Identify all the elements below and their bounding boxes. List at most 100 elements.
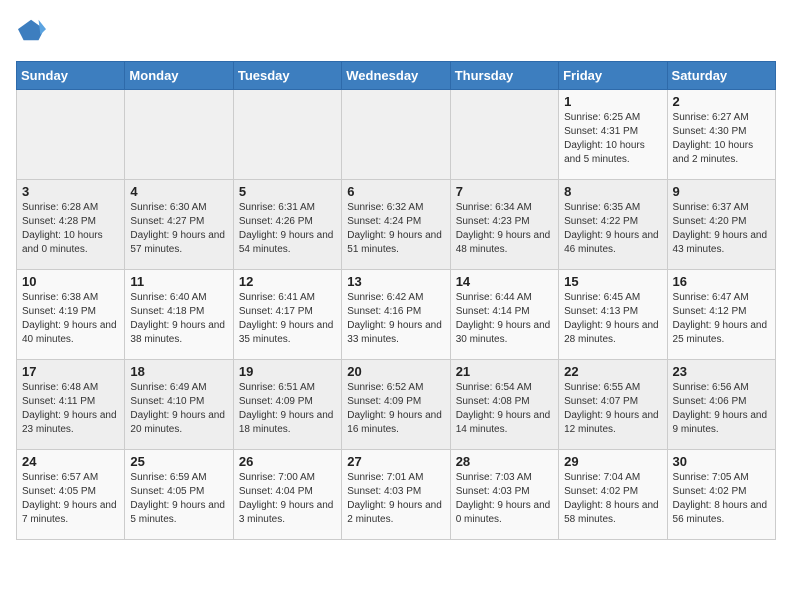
- calendar-cell: 9 Sunrise: 6:37 AM Sunset: 4:20 PM Daylig…: [667, 180, 775, 270]
- day-info: Sunrise: 6:45 AM Sunset: 4:13 PM Dayligh…: [564, 291, 661, 347]
- day-number: 17: [22, 364, 119, 379]
- calendar-cell: 10 Sunrise: 6:38 AM Sunset: 4:19 PM Dayli…: [17, 270, 125, 360]
- day-number: 20: [347, 364, 444, 379]
- calendar-cell: 22 Sunrise: 6:55 AM Sunset: 4:07 PM Dayli…: [559, 360, 667, 450]
- logo: [16, 16, 46, 49]
- day-number: 7: [456, 184, 553, 199]
- day-number: 26: [239, 454, 336, 469]
- day-info: Sunrise: 6:25 AM Sunset: 4:31 PM Dayligh…: [564, 111, 661, 167]
- day-info: Sunrise: 6:57 AM Sunset: 4:05 PM Dayligh…: [22, 471, 119, 527]
- header: [16, 16, 776, 49]
- day-number: 10: [22, 274, 119, 289]
- calendar-cell: 14 Sunrise: 6:44 AM Sunset: 4:14 PM Dayli…: [450, 270, 558, 360]
- calendar-cell: 20 Sunrise: 6:52 AM Sunset: 4:09 PM Dayli…: [342, 360, 450, 450]
- day-number: 8: [564, 184, 661, 199]
- day-header-sunday: Sunday: [17, 62, 125, 90]
- day-number: 15: [564, 274, 661, 289]
- calendar-cell: 26Sunrise: 7:00 AM Sunset: 4:04 PM Dayli…: [233, 450, 341, 540]
- calendar-cell: 16 Sunrise: 6:47 AM Sunset: 4:12 PM Dayli…: [667, 270, 775, 360]
- calendar-cell: 15 Sunrise: 6:45 AM Sunset: 4:13 PM Dayli…: [559, 270, 667, 360]
- day-number: 19: [239, 364, 336, 379]
- calendar-table: SundayMondayTuesdayWednesdayThursdayFrid…: [16, 61, 776, 540]
- day-info: Sunrise: 7:01 AM Sunset: 4:03 PM Dayligh…: [347, 471, 444, 527]
- day-number: 1: [564, 94, 661, 109]
- day-info: Sunrise: 6:52 AM Sunset: 4:09 PM Dayligh…: [347, 381, 444, 437]
- day-header-friday: Friday: [559, 62, 667, 90]
- day-info: Sunrise: 7:04 AM Sunset: 4:02 PM Dayligh…: [564, 471, 661, 527]
- calendar-cell: 12 Sunrise: 6:41 AM Sunset: 4:17 PM Dayli…: [233, 270, 341, 360]
- day-header-tuesday: Tuesday: [233, 62, 341, 90]
- day-info: Sunrise: 6:28 AM Sunset: 4:28 PM Dayligh…: [22, 201, 119, 257]
- day-info: Sunrise: 6:47 AM Sunset: 4:12 PM Dayligh…: [673, 291, 770, 347]
- day-info: Sunrise: 6:51 AM Sunset: 4:09 PM Dayligh…: [239, 381, 336, 437]
- day-info: Sunrise: 6:40 AM Sunset: 4:18 PM Dayligh…: [130, 291, 227, 347]
- day-info: Sunrise: 6:59 AM Sunset: 4:05 PM Dayligh…: [130, 471, 227, 527]
- day-number: 12: [239, 274, 336, 289]
- day-number: 29: [564, 454, 661, 469]
- day-number: 4: [130, 184, 227, 199]
- day-info: Sunrise: 6:35 AM Sunset: 4:22 PM Dayligh…: [564, 201, 661, 257]
- calendar-cell: 3 Sunrise: 6:28 AM Sunset: 4:28 PM Daylig…: [17, 180, 125, 270]
- calendar-cell: 18 Sunrise: 6:49 AM Sunset: 4:10 PM Dayli…: [125, 360, 233, 450]
- calendar-cell: 4 Sunrise: 6:30 AM Sunset: 4:27 PM Daylig…: [125, 180, 233, 270]
- day-info: Sunrise: 6:38 AM Sunset: 4:19 PM Dayligh…: [22, 291, 119, 347]
- day-info: Sunrise: 6:56 AM Sunset: 4:06 PM Dayligh…: [673, 381, 770, 437]
- calendar-cell: 29 Sunrise: 7:04 AM Sunset: 4:02 PM Dayli…: [559, 450, 667, 540]
- day-header-saturday: Saturday: [667, 62, 775, 90]
- day-info: Sunrise: 6:32 AM Sunset: 4:24 PM Dayligh…: [347, 201, 444, 257]
- calendar-cell: 8 Sunrise: 6:35 AM Sunset: 4:22 PM Daylig…: [559, 180, 667, 270]
- day-number: 6: [347, 184, 444, 199]
- calendar-cell: 11 Sunrise: 6:40 AM Sunset: 4:18 PM Dayli…: [125, 270, 233, 360]
- calendar-cell: 5 Sunrise: 6:31 AM Sunset: 4:26 PM Daylig…: [233, 180, 341, 270]
- day-info: Sunrise: 7:05 AM Sunset: 4:02 PM Dayligh…: [673, 471, 770, 527]
- day-number: 21: [456, 364, 553, 379]
- calendar-cell: [342, 90, 450, 180]
- day-number: 30: [673, 454, 770, 469]
- calendar-cell: [450, 90, 558, 180]
- day-number: 14: [456, 274, 553, 289]
- day-number: 3: [22, 184, 119, 199]
- day-info: Sunrise: 6:44 AM Sunset: 4:14 PM Dayligh…: [456, 291, 553, 347]
- day-number: 13: [347, 274, 444, 289]
- day-info: Sunrise: 6:55 AM Sunset: 4:07 PM Dayligh…: [564, 381, 661, 437]
- calendar-cell: [17, 90, 125, 180]
- day-number: 28: [456, 454, 553, 469]
- day-header-monday: Monday: [125, 62, 233, 90]
- calendar-cell: 28Sunrise: 7:03 AM Sunset: 4:03 PM Dayli…: [450, 450, 558, 540]
- day-number: 22: [564, 364, 661, 379]
- day-info: Sunrise: 6:30 AM Sunset: 4:27 PM Dayligh…: [130, 201, 227, 257]
- day-number: 23: [673, 364, 770, 379]
- day-number: 11: [130, 274, 227, 289]
- calendar-cell: [125, 90, 233, 180]
- calendar-cell: 23 Sunrise: 6:56 AM Sunset: 4:06 PM Dayli…: [667, 360, 775, 450]
- calendar-cell: [233, 90, 341, 180]
- calendar-cell: 13 Sunrise: 6:42 AM Sunset: 4:16 PM Dayli…: [342, 270, 450, 360]
- calendar-cell: 2 Sunrise: 6:27 AM Sunset: 4:30 PM Daylig…: [667, 90, 775, 180]
- calendar-cell: 25 Sunrise: 6:59 AM Sunset: 4:05 PM Dayli…: [125, 450, 233, 540]
- logo-icon: [18, 16, 46, 44]
- day-info: Sunrise: 6:37 AM Sunset: 4:20 PM Dayligh…: [673, 201, 770, 257]
- day-header-wednesday: Wednesday: [342, 62, 450, 90]
- day-info: Sunrise: 6:48 AM Sunset: 4:11 PM Dayligh…: [22, 381, 119, 437]
- day-number: 9: [673, 184, 770, 199]
- day-info: Sunrise: 6:27 AM Sunset: 4:30 PM Dayligh…: [673, 111, 770, 167]
- calendar-cell: 7 Sunrise: 6:34 AM Sunset: 4:23 PM Daylig…: [450, 180, 558, 270]
- calendar-cell: 1 Sunrise: 6:25 AM Sunset: 4:31 PM Daylig…: [559, 90, 667, 180]
- calendar-cell: 17 Sunrise: 6:48 AM Sunset: 4:11 PM Dayli…: [17, 360, 125, 450]
- day-info: Sunrise: 6:31 AM Sunset: 4:26 PM Dayligh…: [239, 201, 336, 257]
- day-number: 24: [22, 454, 119, 469]
- calendar-cell: 27Sunrise: 7:01 AM Sunset: 4:03 PM Dayli…: [342, 450, 450, 540]
- calendar-cell: 6 Sunrise: 6:32 AM Sunset: 4:24 PM Daylig…: [342, 180, 450, 270]
- day-number: 25: [130, 454, 227, 469]
- calendar-cell: 21Sunrise: 6:54 AM Sunset: 4:08 PM Dayli…: [450, 360, 558, 450]
- day-info: Sunrise: 6:49 AM Sunset: 4:10 PM Dayligh…: [130, 381, 227, 437]
- day-number: 2: [673, 94, 770, 109]
- day-number: 16: [673, 274, 770, 289]
- day-number: 18: [130, 364, 227, 379]
- day-info: Sunrise: 6:34 AM Sunset: 4:23 PM Dayligh…: [456, 201, 553, 257]
- day-header-thursday: Thursday: [450, 62, 558, 90]
- day-number: 5: [239, 184, 336, 199]
- day-info: Sunrise: 6:41 AM Sunset: 4:17 PM Dayligh…: [239, 291, 336, 347]
- calendar-cell: 30 Sunrise: 7:05 AM Sunset: 4:02 PM Dayli…: [667, 450, 775, 540]
- day-info: Sunrise: 6:42 AM Sunset: 4:16 PM Dayligh…: [347, 291, 444, 347]
